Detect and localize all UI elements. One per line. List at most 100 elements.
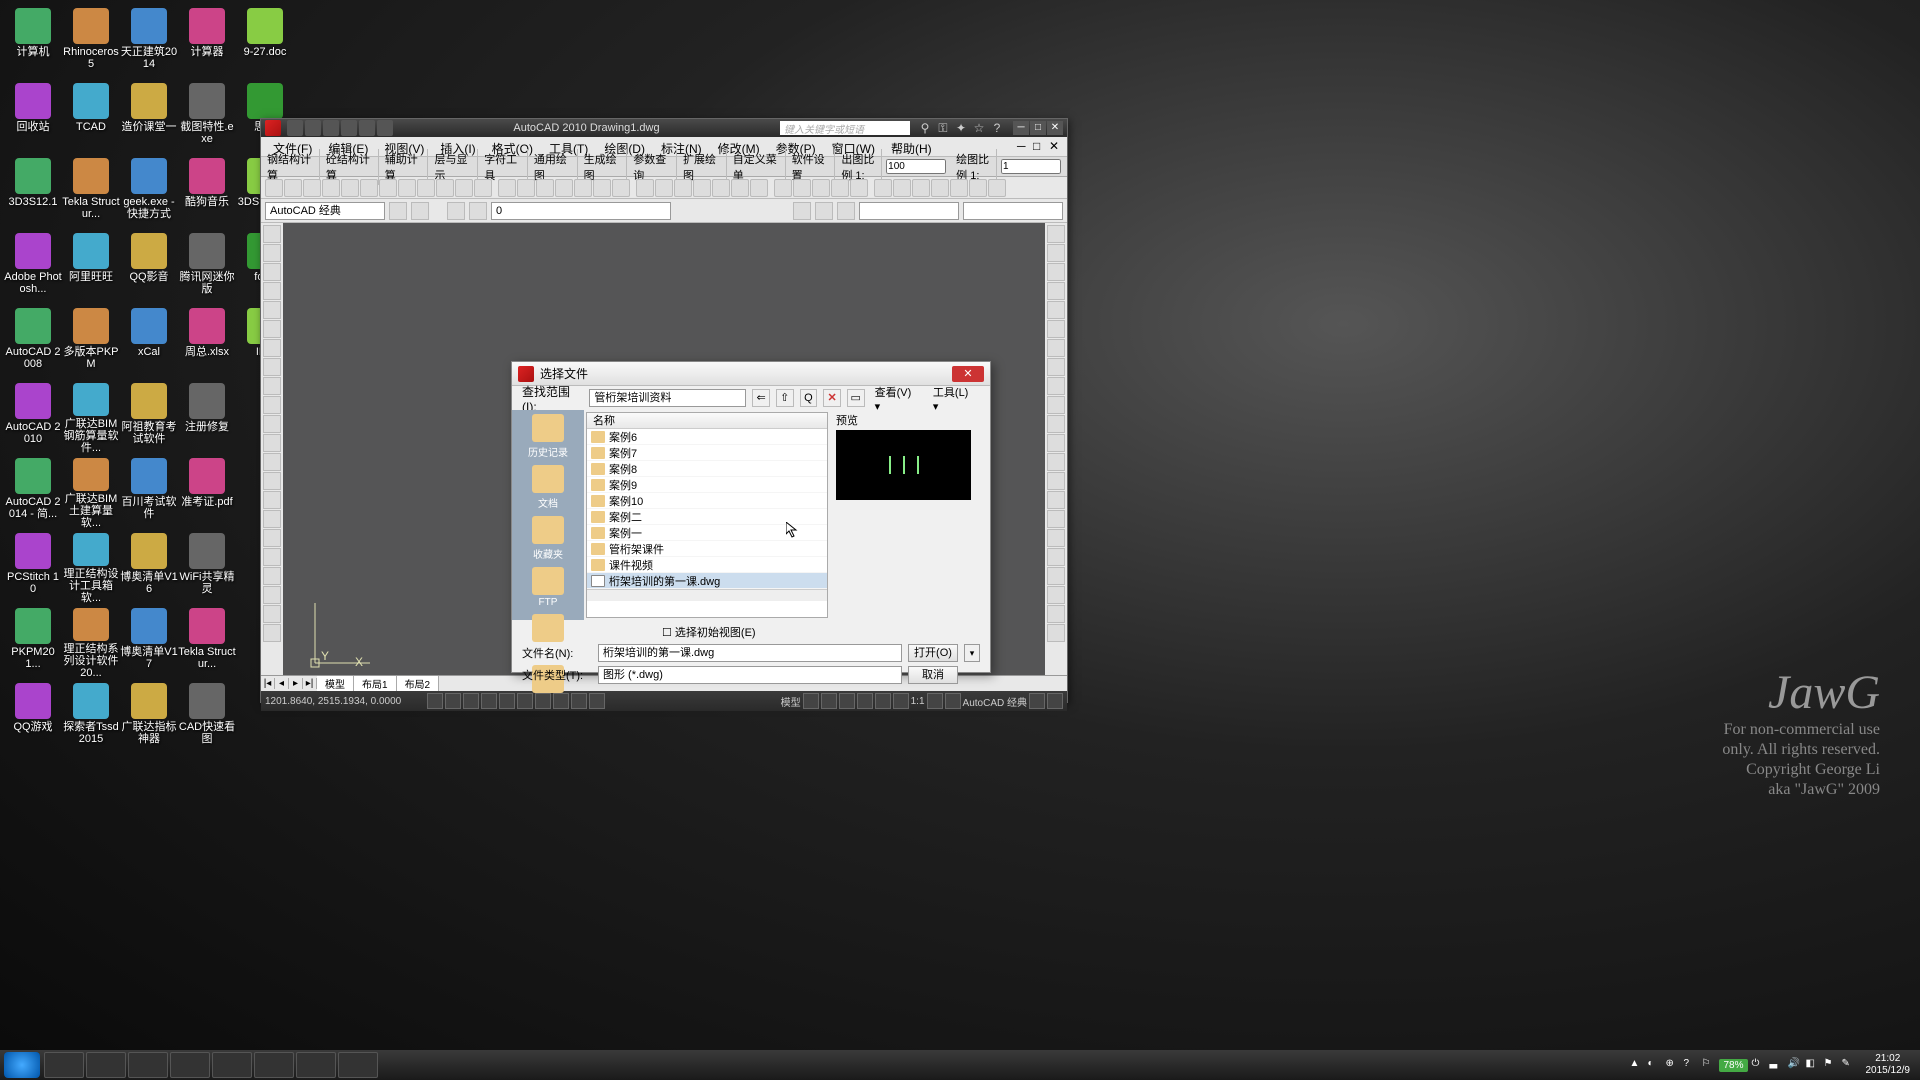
pin-explorer[interactable] — [170, 1052, 210, 1078]
linetype-combo[interactable] — [859, 202, 959, 220]
desktop-icon[interactable]: CAD快速看图 — [178, 679, 236, 754]
toolbar-button[interactable] — [969, 179, 987, 197]
layer-iso-icon[interactable] — [793, 202, 811, 220]
toolbar-button[interactable] — [436, 179, 454, 197]
desktop-icon[interactable]: 计算机 — [4, 4, 62, 79]
layer-combo[interactable]: 0 — [491, 202, 671, 220]
toolbar-button[interactable] — [631, 179, 635, 197]
toolbar-button[interactable] — [493, 179, 497, 197]
desktop-icon[interactable]: 阿祖教育考试软件 — [120, 379, 178, 454]
toolbar-button[interactable] — [636, 179, 654, 197]
desktop-icon[interactable]: 3D3S12.1 — [4, 154, 62, 229]
desktop-icon[interactable]: 天正建筑2014 — [120, 4, 178, 79]
toolbar-button[interactable] — [284, 179, 302, 197]
qat-undo-icon[interactable] — [341, 120, 357, 136]
horizontal-scrollbar[interactable] — [587, 589, 827, 601]
desktop-icon[interactable]: Tekla Structur... — [62, 154, 120, 229]
qat-print-icon[interactable] — [377, 120, 393, 136]
tool-button[interactable] — [1047, 358, 1065, 376]
gear-icon[interactable] — [389, 202, 407, 220]
initial-view-checkbox[interactable]: ☐ 选择初始视图(E) — [662, 624, 980, 640]
desktop-icon[interactable]: 广联达BIM土建算量软... — [62, 454, 120, 529]
toolbar-button[interactable] — [555, 179, 573, 197]
tool-button[interactable] — [263, 244, 281, 262]
desktop-icon[interactable]: 计算器 — [178, 4, 236, 79]
space-label[interactable]: 模型 — [781, 694, 801, 709]
lineweight-combo[interactable] — [963, 202, 1063, 220]
tray-icon[interactable]: ◐ — [1647, 1058, 1661, 1072]
titlebar[interactable]: AutoCAD 2010 Drawing1.dwg 键入关键字或短语 ⚲ ⚿ ✦… — [261, 119, 1067, 137]
key-icon[interactable]: ⚿ — [936, 121, 950, 135]
toolbar-button[interactable] — [793, 179, 811, 197]
tool-button[interactable] — [263, 491, 281, 509]
pin-firefox[interactable] — [44, 1052, 84, 1078]
osnap-button[interactable] — [499, 693, 515, 709]
desktop-icon[interactable]: 周总.xlsx — [178, 304, 236, 379]
tray-icon[interactable]: ▲ — [1629, 1058, 1643, 1072]
annotation-scale[interactable]: 1:1 — [911, 696, 925, 707]
view-dropdown[interactable]: 查看(V) ▾ — [871, 384, 923, 413]
search-web-icon[interactable]: Q — [800, 389, 818, 407]
toolbar-button[interactable] — [750, 179, 768, 197]
tool-button[interactable] — [1047, 567, 1065, 585]
satellite-icon[interactable]: ✦ — [954, 121, 968, 135]
toolbar-button[interactable] — [812, 179, 830, 197]
desktop-icon[interactable]: 探索者Tssd2015 — [62, 679, 120, 754]
clean-icon[interactable] — [1047, 693, 1063, 709]
tool-button[interactable] — [263, 358, 281, 376]
clock[interactable]: 21:02 2015/12/9 — [1866, 1053, 1911, 1077]
maximize-button[interactable]: □ — [1030, 121, 1046, 135]
status-showmotion-icon[interactable] — [893, 693, 909, 709]
desktop-icon[interactable]: 博奥清单V17 — [120, 604, 178, 679]
tool-button[interactable] — [263, 396, 281, 414]
desktop-icon[interactable]: Adobe Photosh... — [4, 229, 62, 304]
pin-autocad[interactable] — [338, 1052, 378, 1078]
toolbar-button[interactable] — [874, 179, 892, 197]
tool-icon[interactable] — [411, 202, 429, 220]
tray-volume-icon[interactable]: 🔊 — [1788, 1058, 1802, 1072]
tool-button[interactable] — [1047, 320, 1065, 338]
dialog-titlebar[interactable]: 选择文件 ✕ — [512, 362, 990, 386]
help-icon[interactable]: ? — [990, 121, 1004, 135]
tool-button[interactable] — [1047, 605, 1065, 623]
file-row[interactable]: 案例二 — [587, 509, 827, 525]
tray-icon[interactable]: ⊕ — [1665, 1058, 1679, 1072]
status-icon[interactable] — [821, 693, 837, 709]
tool-button[interactable] — [1047, 472, 1065, 490]
tray-flag-icon[interactable]: ⚐ — [1701, 1058, 1715, 1072]
desktop-icon[interactable]: 广联达BIM钢筋算量软件... — [62, 379, 120, 454]
toolbar-button[interactable] — [769, 179, 773, 197]
desktop-icon[interactable]: PKPM201... — [4, 604, 62, 679]
tool-button[interactable] — [1047, 339, 1065, 357]
tool-button[interactable] — [263, 320, 281, 338]
desktop-icon[interactable]: QQ游戏 — [4, 679, 62, 754]
tool-button[interactable] — [263, 624, 281, 642]
tool-button[interactable] — [1047, 396, 1065, 414]
file-row[interactable]: 管桁架课件 — [587, 541, 827, 557]
toolbar-button[interactable] — [731, 179, 749, 197]
toolbar-button[interactable] — [988, 179, 1006, 197]
desktop-icon[interactable]: TCAD — [62, 79, 120, 154]
tool-button[interactable] — [263, 548, 281, 566]
desktop-icon[interactable]: Tekla Structur... — [178, 604, 236, 679]
workspace-status[interactable]: AutoCAD 经典 — [963, 694, 1027, 709]
polar-button[interactable] — [481, 693, 497, 709]
layout-last-icon[interactable]: ▸| — [303, 678, 317, 689]
tool-button[interactable] — [1047, 529, 1065, 547]
places-item[interactable]: 文档 — [523, 465, 573, 510]
lock-icon[interactable] — [1029, 693, 1045, 709]
back-icon[interactable]: ⇐ — [752, 389, 770, 407]
open-button[interactable]: 打开(O) — [908, 644, 958, 662]
tools-dropdown[interactable]: 工具(L) ▾ — [929, 384, 980, 413]
tool-button[interactable] — [1047, 377, 1065, 395]
places-item[interactable]: 历史记录 — [523, 414, 573, 459]
tool-button[interactable] — [263, 282, 281, 300]
tool-button[interactable] — [1047, 225, 1065, 243]
tray-icon[interactable]: ? — [1683, 1058, 1697, 1072]
file-row[interactable]: 桁架培训的第一课.dwg — [587, 573, 827, 589]
help-search-input[interactable]: 键入关键字或短语 — [780, 121, 910, 135]
toolbar-button[interactable] — [655, 179, 673, 197]
minimize-button[interactable]: ─ — [1013, 121, 1029, 135]
tool-button[interactable] — [263, 225, 281, 243]
ortho-button[interactable] — [463, 693, 479, 709]
